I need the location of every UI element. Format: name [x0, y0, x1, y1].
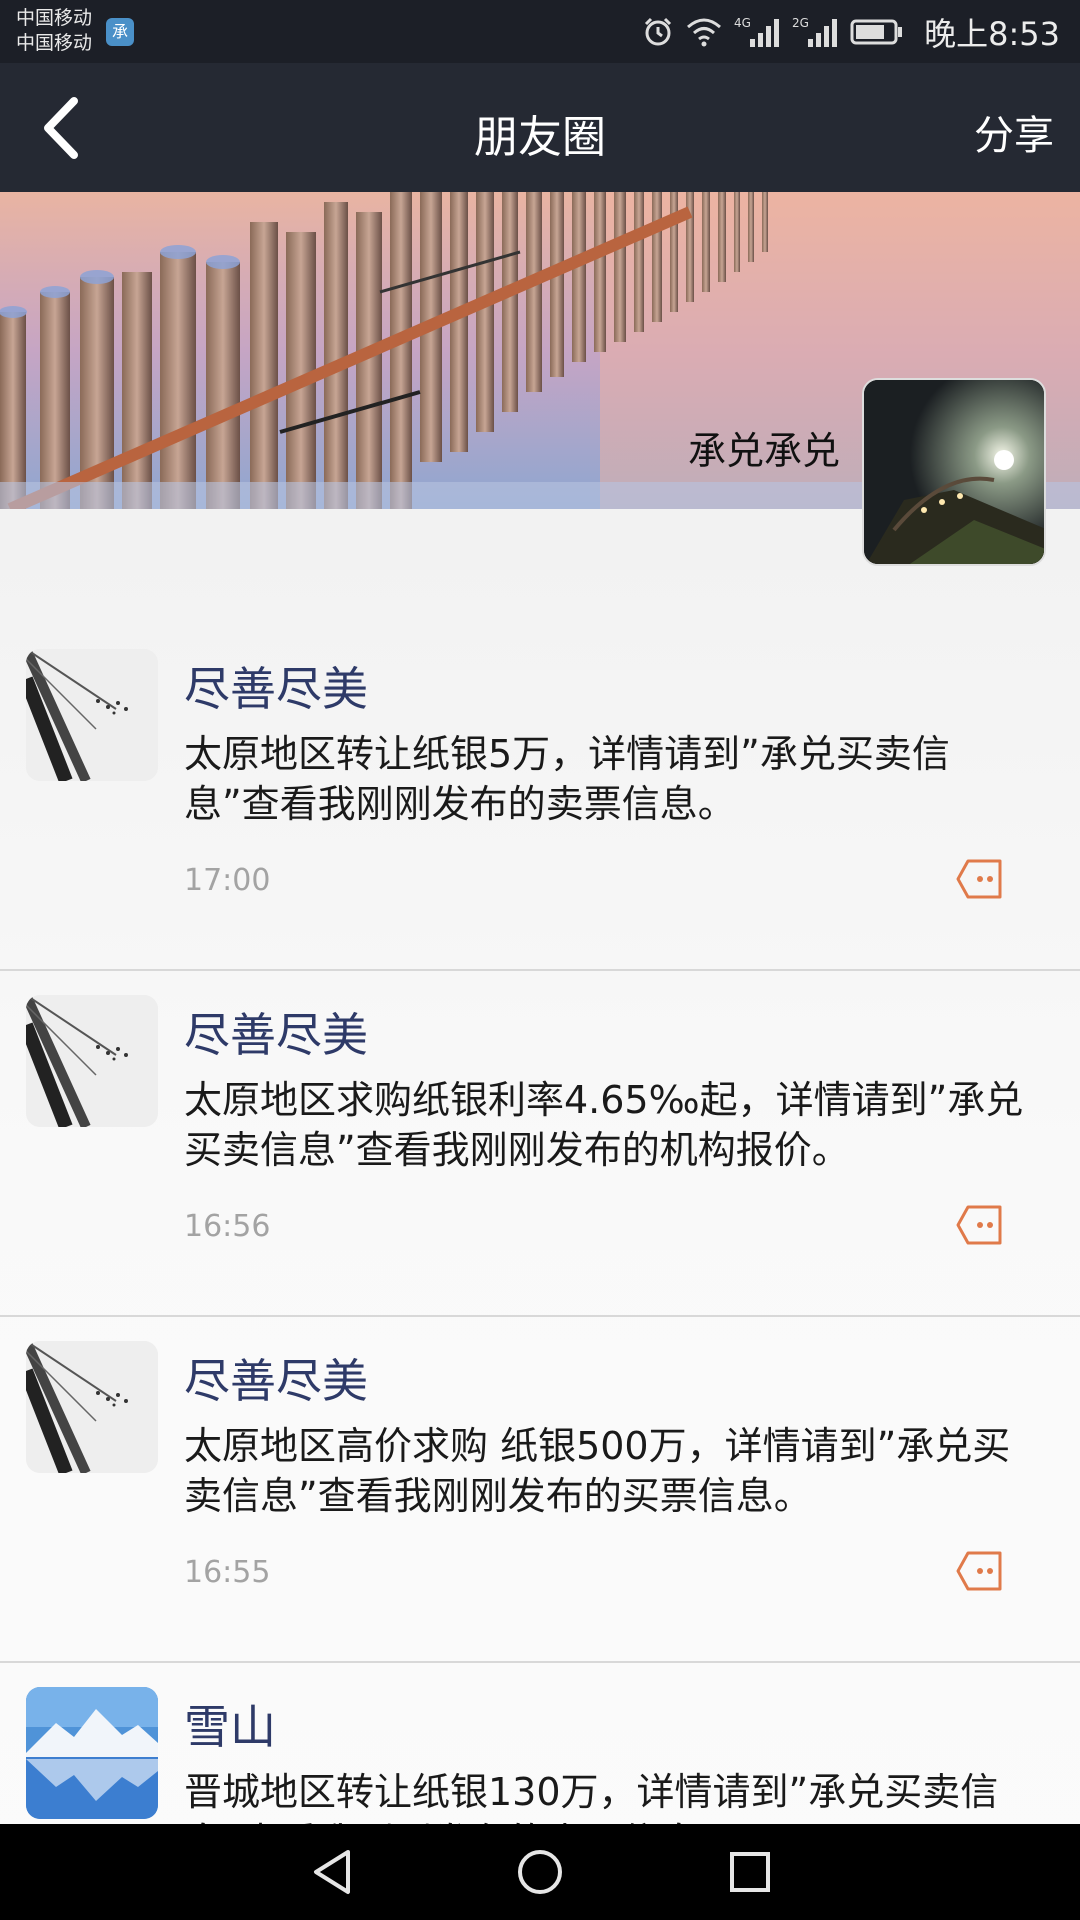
app-notification-icon: 承 — [106, 18, 134, 46]
svg-text:4G: 4G — [734, 16, 751, 30]
carrier-1: 中国移动 — [16, 7, 93, 29]
post-author[interactable]: 雪山 — [184, 1691, 276, 1757]
moments-feed: 尽善尽美 太原地区转让纸银5万，详情请到”承兑买卖信息”查看我刚刚发布的卖票信息… — [0, 625, 1080, 1920]
profile-avatar[interactable] — [862, 378, 1046, 566]
night-scene-avatar-image — [864, 380, 1044, 564]
alarm-icon — [645, 17, 672, 46]
comment-icon[interactable] — [956, 1549, 1004, 1593]
post-avatar[interactable] — [26, 649, 158, 781]
profile-name: 承兑承兑 — [687, 429, 840, 473]
recents-square-icon[interactable] — [726, 1848, 774, 1896]
post-author[interactable]: 尽善尽美 — [184, 999, 368, 1065]
svg-text:2G: 2G — [792, 16, 809, 30]
moment-post: 尽善尽美 太原地区转让纸银5万，详情请到”承兑买卖信息”查看我刚刚发布的卖票信息… — [0, 625, 1080, 971]
carrier-2: 中国移动 — [16, 32, 93, 54]
moment-post: 尽善尽美 太原地区高价求购 纸银500万，详情请到”承兑买卖信息”查看我刚刚发布… — [0, 1317, 1080, 1663]
signal-4g-icon: 4G — [734, 16, 780, 47]
post-author[interactable]: 尽善尽美 — [184, 1345, 368, 1411]
home-circle-icon[interactable] — [516, 1848, 564, 1896]
nav-bar: 朋友圈 分享 — [0, 63, 1080, 192]
share-button[interactable]: 分享 — [974, 103, 1054, 161]
post-text: 太原地区转让纸银5万，详情请到”承兑买卖信息”查看我刚刚发布的卖票信息。 — [184, 732, 950, 826]
post-avatar[interactable] — [26, 1341, 158, 1473]
misty-bridge-avatar-image — [26, 649, 158, 781]
post-avatar[interactable] — [26, 1687, 158, 1819]
battery-icon — [850, 19, 903, 45]
post-text: 太原地区高价求购 纸银500万，详情请到”承兑买卖信息”查看我刚刚发布的买票信息… — [184, 1424, 1011, 1518]
post-text: 太原地区求购纸银利率4.65‰起，详情请到”承兑买卖信息”查看我刚刚发布的机构报… — [184, 1078, 1024, 1172]
carrier-labels: 中国移动 中国移动 — [16, 6, 92, 56]
misty-bridge-avatar-image — [26, 1341, 158, 1473]
status-time: 晚上8:53 — [924, 15, 1060, 53]
back-triangle-icon[interactable] — [308, 1848, 356, 1896]
post-time: 16:56 — [184, 1209, 271, 1244]
snow-mountain-avatar-image — [26, 1687, 158, 1819]
status-icons: 4G 2G 晚上8:53 — [642, 12, 1060, 53]
post-author[interactable]: 尽善尽美 — [184, 653, 368, 719]
post-avatar[interactable] — [26, 995, 158, 1127]
post-time: 16:55 — [184, 1555, 271, 1590]
moments-screen: 中国移动 中国移动 承 4G 2G 晚上8:53 朋友圈 分享 承兑承兑 尽善尽… — [0, 0, 1080, 1920]
comment-icon[interactable] — [956, 1203, 1004, 1247]
status-bar: 中国移动 中国移动 承 4G 2G 晚上8:53 — [0, 0, 1080, 63]
system-nav-bar — [0, 1824, 1080, 1920]
moment-post: 尽善尽美 太原地区求购纸银利率4.65‰起，详情请到”承兑买卖信息”查看我刚刚发… — [0, 971, 1080, 1317]
signal-2g-icon: 2G — [792, 16, 838, 47]
post-time: 17:00 — [184, 863, 271, 898]
wifi-icon — [687, 18, 722, 47]
comment-icon[interactable] — [956, 857, 1004, 901]
page-title: 朋友圈 — [474, 112, 606, 163]
misty-bridge-avatar-image — [26, 995, 158, 1127]
